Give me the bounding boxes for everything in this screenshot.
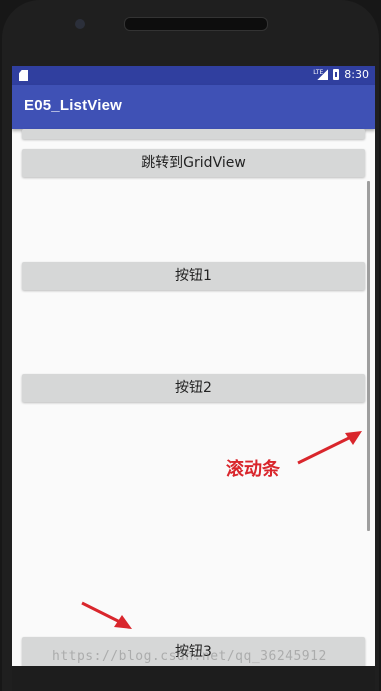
earpiece-speaker [124, 17, 268, 31]
app-title: E05_ListView [24, 97, 123, 114]
button-1[interactable]: 按钮1 [22, 262, 365, 290]
signal-indicator: LTE [313, 69, 329, 80]
button-2[interactable]: 按钮2 [22, 374, 365, 402]
list-item-partial-button[interactable] [22, 129, 365, 139]
sd-card-icon [19, 70, 28, 81]
battery-icon [333, 69, 340, 80]
annotation-arrow-button3 [81, 601, 132, 629]
app-bar: E05_ListView [12, 85, 375, 129]
front-camera [75, 19, 85, 29]
status-icons: LTE 8:30 [313, 68, 369, 81]
app-screen: LTE 8:30 E05_ListView 跳转到GridView 按钮1 按钮… [12, 66, 375, 691]
scrollbar-annotation-label: 滚动条 [226, 459, 280, 480]
annotation-arrow-scrollbar [297, 431, 362, 465]
status-time: 8:30 [344, 68, 369, 81]
network-type-label: LTE [313, 69, 324, 76]
screen-bottom-edge [12, 666, 375, 691]
phone-device: LTE 8:30 E05_ListView 跳转到GridView 按钮1 按钮… [0, 0, 381, 691]
list-scrollbar[interactable] [367, 181, 370, 531]
status-bar: LTE 8:30 [12, 66, 375, 85]
goto-gridview-button[interactable]: 跳转到GridView [22, 149, 365, 177]
watermark-text: https://blog.csdn.net/qq_36245912 [52, 649, 327, 664]
